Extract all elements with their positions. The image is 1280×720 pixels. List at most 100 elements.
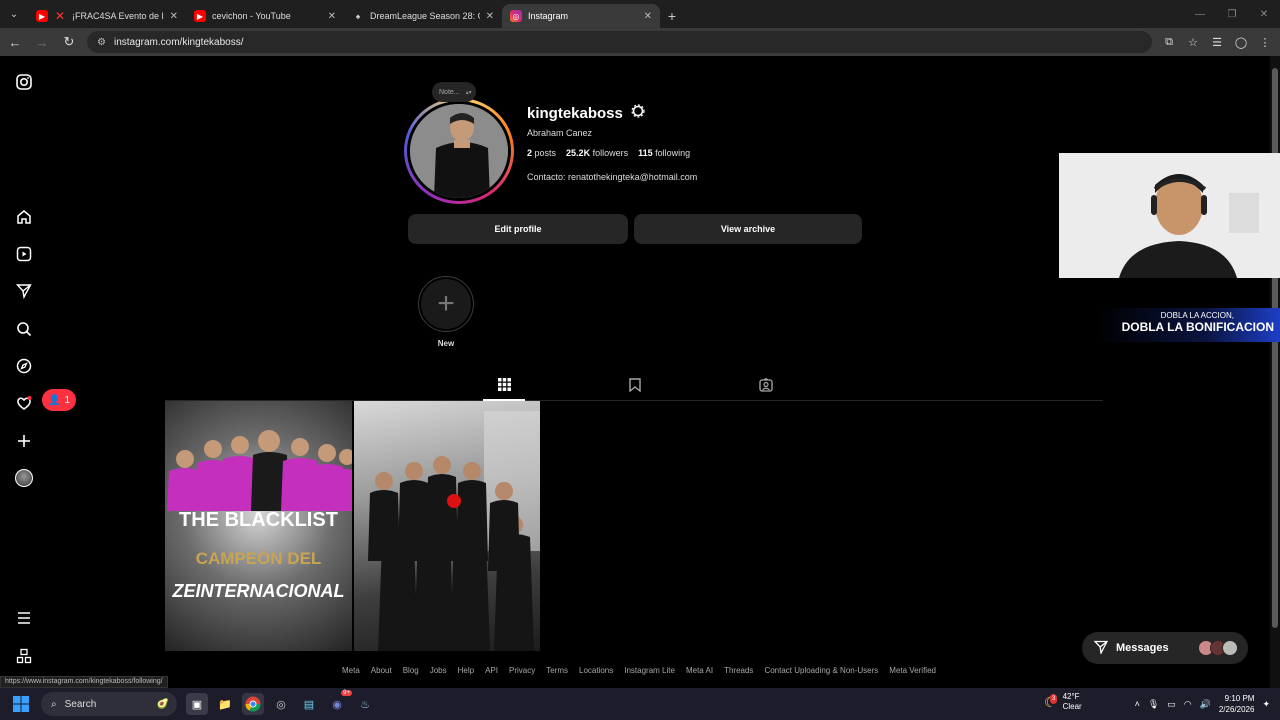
browser-menu-icon[interactable]: ⋮ [1256,33,1274,51]
instagram-logo-icon[interactable] [14,72,34,92]
weather-widget[interactable]: ☾3 42°F Clear [1044,692,1082,712]
account-icon[interactable]: ◯ [1232,33,1250,51]
footer-link[interactable]: Blog [403,666,419,675]
url-text: instagram.com/kingtekaboss/ [113,36,244,48]
site-info-icon[interactable]: ⚙ [97,37,106,48]
message-avatars [1198,640,1238,656]
footer-link[interactable]: Meta Verified [889,666,936,675]
back-icon[interactable]: ← [3,30,27,54]
post-thumbnail[interactable] [354,401,540,651]
footer-link[interactable]: Meta AI [686,666,713,675]
tab-posts-grid[interactable] [482,374,526,400]
more-menu-icon[interactable] [14,608,34,628]
followers-stat[interactable]: 25.2K followers [566,148,628,158]
footer-link[interactable]: Help [458,666,474,675]
also-from-meta-icon[interactable] [14,646,34,666]
reload-icon[interactable]: ↻ [57,30,81,54]
posts-stat: 2 posts [527,148,556,158]
view-archive-button[interactable]: View archive [634,214,862,244]
bookmark-star-icon[interactable]: ☆ [1184,33,1202,51]
copilot-icon[interactable]: ✦ [1262,699,1270,710]
chrome-icon[interactable] [242,693,264,715]
browser-tab[interactable]: ▶ ✕ ¡FRAC4SA Evento de la BEB... ✕ [28,4,186,28]
volume-icon[interactable]: 🔊 [1200,699,1211,710]
note-arrows-icon: ▴▾ [465,89,472,96]
tab-saved[interactable] [613,374,657,400]
settings-gear-icon[interactable] [631,104,645,122]
footer-link[interactable]: API [485,666,498,675]
promo-banner: DOBLA LA ACCION, DOBLA LA BONIFICACION [1096,308,1280,342]
forward-icon[interactable]: → [30,30,54,54]
address-bar[interactable]: ⚙ instagram.com/kingtekaboss/ [87,31,1152,53]
display-icon[interactable]: ▭ [1167,699,1176,710]
tray-overflow-icon[interactable]: ˄ [1135,699,1140,709]
system-clock[interactable]: 9:10 PM 2/26/2026 [1219,693,1255,715]
youtube-icon: ▶ [194,10,206,22]
profile-avatar [410,104,508,198]
create-icon[interactable] [14,431,34,451]
discord-icon[interactable]: ◉ 9+ [326,690,352,715]
notification-badge[interactable]: 👤 1 [42,389,76,411]
new-tab-button[interactable]: + [660,4,684,28]
footer-link[interactable]: Terms [546,666,568,675]
microphone-icon[interactable]: 🎙 [1148,699,1159,710]
explore-icon[interactable] [14,356,34,376]
browser-tab[interactable]: ♠ DreamLeague Season 28: Grou... ✕ [344,4,502,28]
steam-icon[interactable]: ♨ [354,693,376,715]
browser-tab[interactable]: ▶ cevichon - YouTube ✕ [186,4,344,28]
window-controls: — ❐ ✕ [1184,0,1280,28]
footer-link[interactable]: Privacy [509,666,535,675]
reading-list-icon[interactable]: ☰ [1208,33,1226,51]
tab-search-button[interactable]: ⌄ [0,0,28,28]
post-thumbnail[interactable]: THE BLACKLIST CAMPEÓN DEL ZEINTERNACIONA… [165,401,352,651]
reels-icon[interactable] [14,244,34,264]
profile-info: kingtekaboss Abraham Canez 2 posts 25.2K… [527,104,697,182]
profile-avatar-ring[interactable] [404,98,514,204]
new-highlight-button[interactable]: + [418,276,474,332]
messages-button[interactable]: Messages [1082,632,1248,664]
tab-title: ¡FRAC4SA Evento de la BEB... [72,11,164,21]
close-window-icon[interactable]: ✕ [1248,0,1280,28]
windows-start-icon[interactable] [10,693,32,715]
obs-icon[interactable]: ◎ [270,693,292,715]
footer-link[interactable]: Meta [342,666,360,675]
footer-link[interactable]: Instagram Lite [624,666,675,675]
taskbar-search[interactable]: ⌕ Search 🥑 [41,692,177,716]
page-scrollbar[interactable] [1270,56,1280,688]
clock-time: 9:10 PM [1224,694,1255,703]
close-tab-icon[interactable]: ✕ [170,11,178,22]
notepad-icon[interactable]: ▤ [298,693,320,715]
install-app-icon[interactable]: ⧉ [1160,33,1178,51]
footer-link[interactable]: Jobs [430,666,447,675]
close-tab-icon[interactable]: ✕ [486,11,494,22]
note-bubble[interactable]: Note... ▴▾ [432,82,476,102]
edit-profile-button[interactable]: Edit profile [408,214,628,244]
following-stat[interactable]: 115 following [638,148,690,158]
browser-tab-active[interactable]: ◎ Instagram ✕ [502,4,660,28]
posts-count: 2 [527,148,533,158]
scrollbar-thumb[interactable] [1272,68,1278,628]
profile-avatar-icon[interactable] [14,468,34,488]
plus-icon: + [421,279,471,329]
minimize-icon[interactable]: — [1184,0,1216,28]
notifications-icon[interactable] [14,393,34,413]
network-icon[interactable]: ◠ [1184,699,1192,710]
task-view-icon[interactable]: ▣ [186,693,208,715]
restore-icon[interactable]: ❐ [1216,0,1248,28]
file-explorer-icon[interactable]: 📁 [214,693,236,715]
footer-link[interactable]: Locations [579,666,613,675]
close-tab-icon[interactable]: ✕ [328,11,336,22]
messages-icon[interactable] [14,281,34,301]
tab-tagged[interactable] [744,374,788,400]
footer-link[interactable]: Threads [724,666,753,675]
footer-link[interactable]: About [371,666,392,675]
profile-username: kingtekaboss [527,104,623,122]
system-tray: ˄ 🎙 ▭ ◠ 🔊 9:10 PM 2/26/2026 ✦ [1135,688,1280,720]
tab-title: Instagram [528,11,569,21]
discord-badge: 9+ [341,690,352,696]
footer-link[interactable]: Contact Uploading & Non-Users [764,666,878,675]
search-icon[interactable] [14,319,34,339]
new-highlight-label: New [437,339,455,348]
close-tab-icon[interactable]: ✕ [644,11,652,22]
home-icon[interactable] [14,207,34,227]
